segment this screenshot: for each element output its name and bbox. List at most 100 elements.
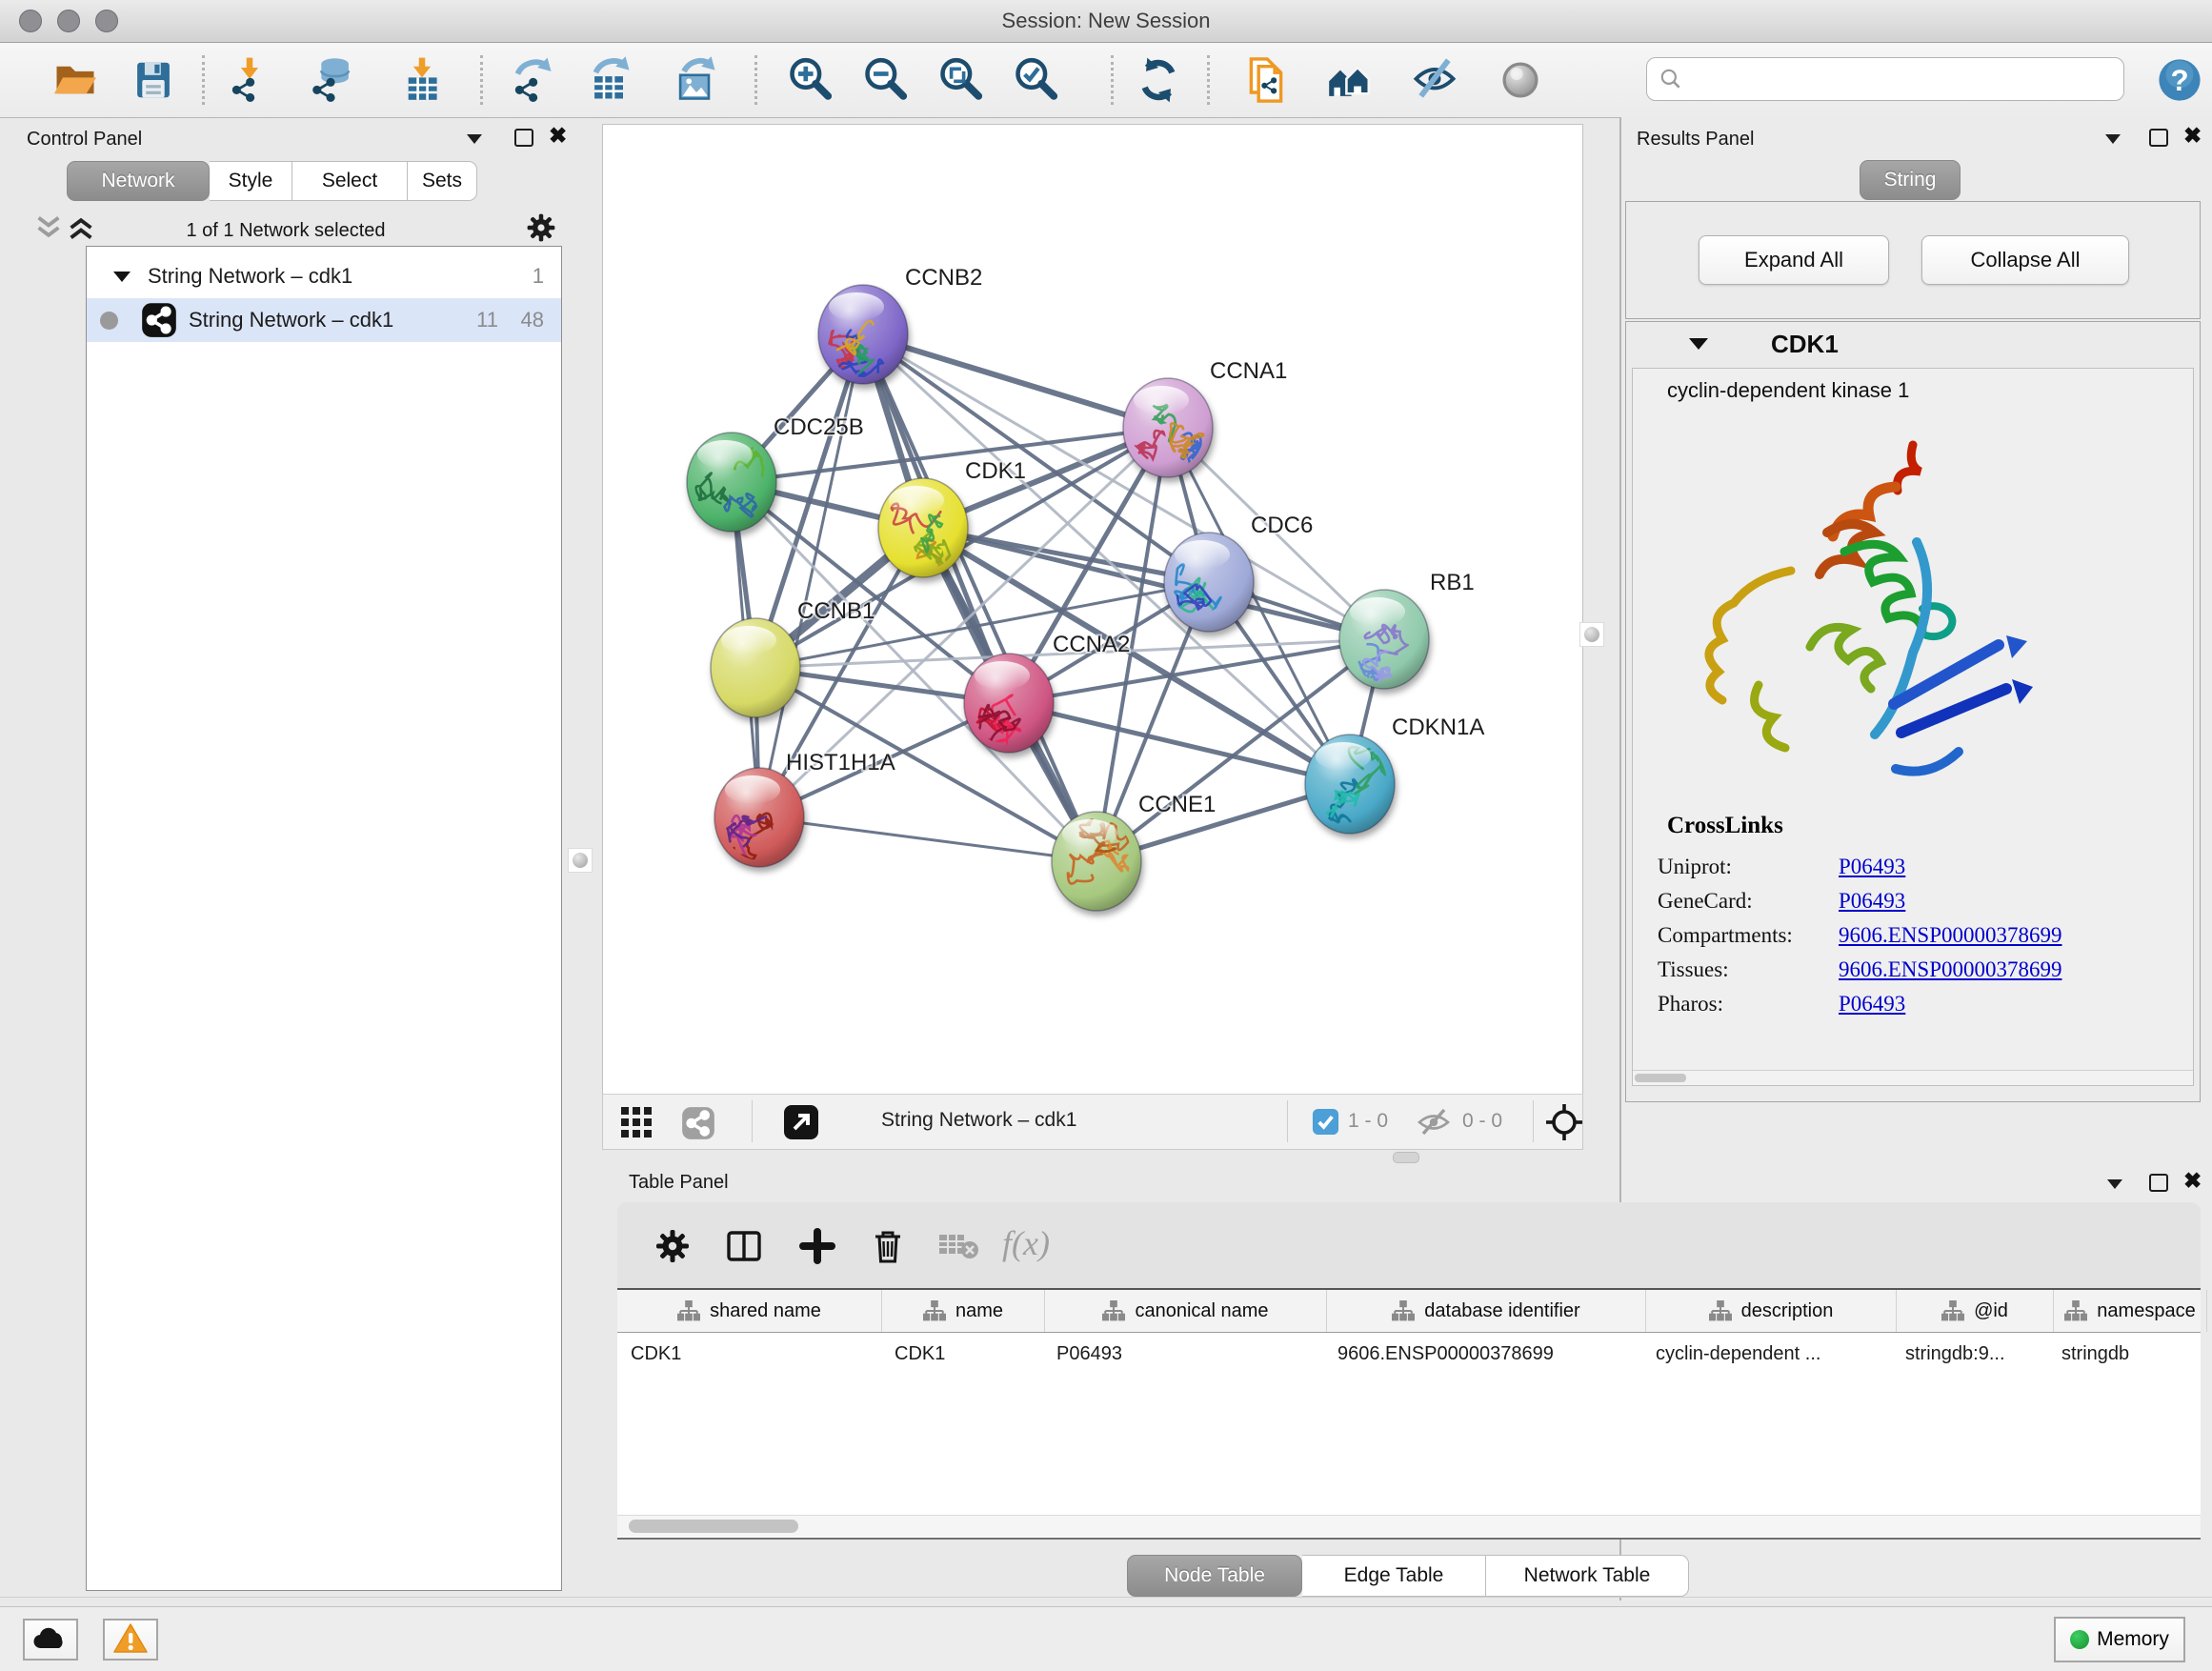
results-panel-close-icon[interactable]: ✖	[2183, 126, 2202, 145]
tab-network[interactable]: Network	[67, 161, 210, 201]
entry-header[interactable]: CDK1	[1626, 322, 2200, 366]
expand-all-button[interactable]: Expand All	[1699, 235, 1889, 285]
crosslink-link[interactable]: P06493	[1839, 855, 1905, 879]
help-icon[interactable]: ?	[2155, 55, 2204, 105]
import-table-file-icon[interactable]	[395, 53, 449, 107]
network-node-CCNB1[interactable]	[711, 618, 800, 717]
network-svg[interactable]: CCNB2CCNA1CDC25BCDK1CDC6RB1CCNB1CCNA2CDK…	[603, 125, 1582, 1095]
control-panel-close-icon[interactable]: ✖	[549, 126, 567, 145]
column-header-namespace[interactable]: namespace	[2054, 1290, 2207, 1332]
table-cell[interactable]: 9606.ENSP00000378699	[1324, 1333, 1642, 1375]
table-panel-close-icon[interactable]: ✖	[2183, 1171, 2202, 1190]
function-builder-icon-disabled[interactable]: f(x)	[1002, 1223, 1050, 1263]
hide-selected-icon[interactable]	[1408, 53, 1461, 107]
results-hscrollbar[interactable]	[1633, 1070, 2193, 1085]
memory-button[interactable]: Memory	[2054, 1617, 2185, 1662]
network-node-CDC6[interactable]	[1164, 533, 1254, 632]
network-node-RB1[interactable]	[1339, 590, 1429, 689]
control-panel-float-icon[interactable]	[514, 129, 533, 147]
warning-status-icon[interactable]	[103, 1619, 158, 1661]
tab-string[interactable]: String	[1860, 160, 1961, 200]
import-network-file-icon[interactable]	[223, 53, 276, 107]
table-cell[interactable]: CDK1	[881, 1333, 1043, 1375]
table-cell[interactable]: CDK1	[617, 1333, 881, 1375]
export-network-icon[interactable]	[506, 53, 559, 107]
tab-node-table[interactable]: Node Table	[1127, 1555, 1302, 1597]
show-columns-icon[interactable]	[724, 1227, 764, 1268]
cloud-status-icon[interactable]	[23, 1619, 78, 1661]
zoom-out-icon[interactable]	[859, 53, 913, 107]
add-column-icon[interactable]	[798, 1227, 836, 1268]
control-panel-collapse-icon[interactable]	[467, 134, 482, 144]
tab-select[interactable]: Select	[292, 161, 408, 201]
selected-checkbox[interactable]	[1312, 1108, 1339, 1138]
search-input[interactable]	[1691, 61, 2123, 97]
search-field[interactable]	[1646, 57, 2124, 101]
tab-edge-table[interactable]: Edge Table	[1302, 1555, 1486, 1597]
table-row[interactable]: CDK1CDK1P064939606.ENSP00000378699cyclin…	[617, 1333, 2201, 1375]
table-hscrollbar[interactable]	[617, 1515, 2201, 1537]
first-neighbors-icon[interactable]	[1322, 53, 1376, 107]
refresh-icon[interactable]	[1132, 53, 1185, 107]
detach-view-icon[interactable]	[782, 1103, 820, 1144]
export-table-icon[interactable]	[584, 53, 637, 107]
network-row-selected[interactable]: String Network – cdk1 11 48	[87, 298, 561, 342]
column-header-database-identifier[interactable]: database identifier	[1327, 1290, 1646, 1332]
hidden-eye-icon[interactable]	[1415, 1108, 1453, 1139]
zoom-selected-icon[interactable]	[1010, 53, 1063, 107]
table-panel-float-icon[interactable]	[2149, 1174, 2168, 1192]
horizontal-splitter-handle[interactable]	[1393, 1152, 1419, 1163]
right-splitter-handle[interactable]	[1579, 622, 1604, 647]
tree-expand-icon[interactable]	[113, 272, 131, 282]
tab-network-table[interactable]: Network Table	[1486, 1555, 1689, 1597]
zoom-in-icon[interactable]	[784, 53, 837, 107]
column-header-description[interactable]: description	[1646, 1290, 1897, 1332]
network-collection-row[interactable]: String Network – cdk1 1	[87, 254, 561, 298]
results-hscrollbar-thumb[interactable]	[1635, 1074, 1686, 1082]
network-node-CDK1[interactable]	[878, 478, 968, 577]
collapse-all-button[interactable]: Collapse All	[1921, 235, 2129, 285]
network-edge-CCNE1-HIST1H1A[interactable]	[759, 817, 1096, 861]
save-session-icon[interactable]	[127, 53, 180, 107]
crosslink-link[interactable]: 9606.ENSP00000378699	[1839, 957, 2062, 982]
network-edge-CCNB2-CCNA1[interactable]	[863, 334, 1168, 428]
network-panel-gear-icon[interactable]	[524, 211, 558, 248]
string-view-icon[interactable]	[681, 1106, 715, 1143]
import-network-database-icon[interactable]	[306, 53, 359, 107]
table-gear-icon[interactable]	[654, 1227, 692, 1268]
tab-sets[interactable]: Sets	[408, 161, 477, 201]
results-panel-collapse-icon[interactable]	[2105, 134, 2121, 144]
crosslink-link[interactable]: 9606.ENSP00000378699	[1839, 923, 2062, 948]
open-session-icon[interactable]	[49, 53, 102, 107]
network-node-HIST1H1A[interactable]	[714, 768, 804, 867]
table-cell[interactable]: stringdb	[2048, 1333, 2201, 1375]
grid-view-icon[interactable]	[620, 1106, 653, 1141]
table-hscrollbar-thumb[interactable]	[629, 1520, 798, 1533]
delete-column-trash-icon[interactable]	[869, 1225, 907, 1268]
show-all-icon[interactable]	[1494, 53, 1547, 107]
table-cell[interactable]: stringdb:9...	[1892, 1333, 2048, 1375]
entry-collapse-icon[interactable]	[1689, 338, 1708, 350]
table-cell[interactable]: P06493	[1043, 1333, 1324, 1375]
network-node-CCNE1[interactable]	[1052, 812, 1141, 911]
new-network-from-selection-icon[interactable]	[1239, 53, 1293, 107]
export-image-icon[interactable]	[670, 53, 723, 107]
crosslink-link[interactable]: P06493	[1839, 889, 1905, 914]
left-splitter-handle[interactable]	[568, 848, 593, 873]
delete-table-icon-disabled[interactable]	[937, 1233, 981, 1264]
collapse-all-networks-icon[interactable]	[34, 215, 63, 243]
network-node-CCNB2[interactable]	[818, 285, 908, 384]
column-header-shared-name[interactable]: shared name	[617, 1290, 882, 1332]
network-edge-CCNA2-CDKN1A[interactable]	[1009, 703, 1350, 784]
network-node-CDC25B[interactable]	[687, 433, 776, 532]
tab-style[interactable]: Style	[210, 161, 292, 201]
zoom-fit-icon[interactable]	[935, 53, 988, 107]
fit-selected-crosshair-icon[interactable]	[1544, 1102, 1584, 1145]
table-cell[interactable]: cyclin-dependent ...	[1642, 1333, 1892, 1375]
network-node-CCNA1[interactable]	[1123, 378, 1213, 477]
network-node-CCNA2[interactable]	[964, 654, 1054, 753]
network-canvas[interactable]: CCNB2CCNA1CDC25BCDK1CDC6RB1CCNB1CCNA2CDK…	[602, 124, 1583, 1096]
network-node-CDKN1A[interactable]	[1305, 735, 1395, 834]
column-header-canonical-name[interactable]: canonical name	[1045, 1290, 1327, 1332]
crosslink-link[interactable]: P06493	[1839, 992, 1905, 1017]
